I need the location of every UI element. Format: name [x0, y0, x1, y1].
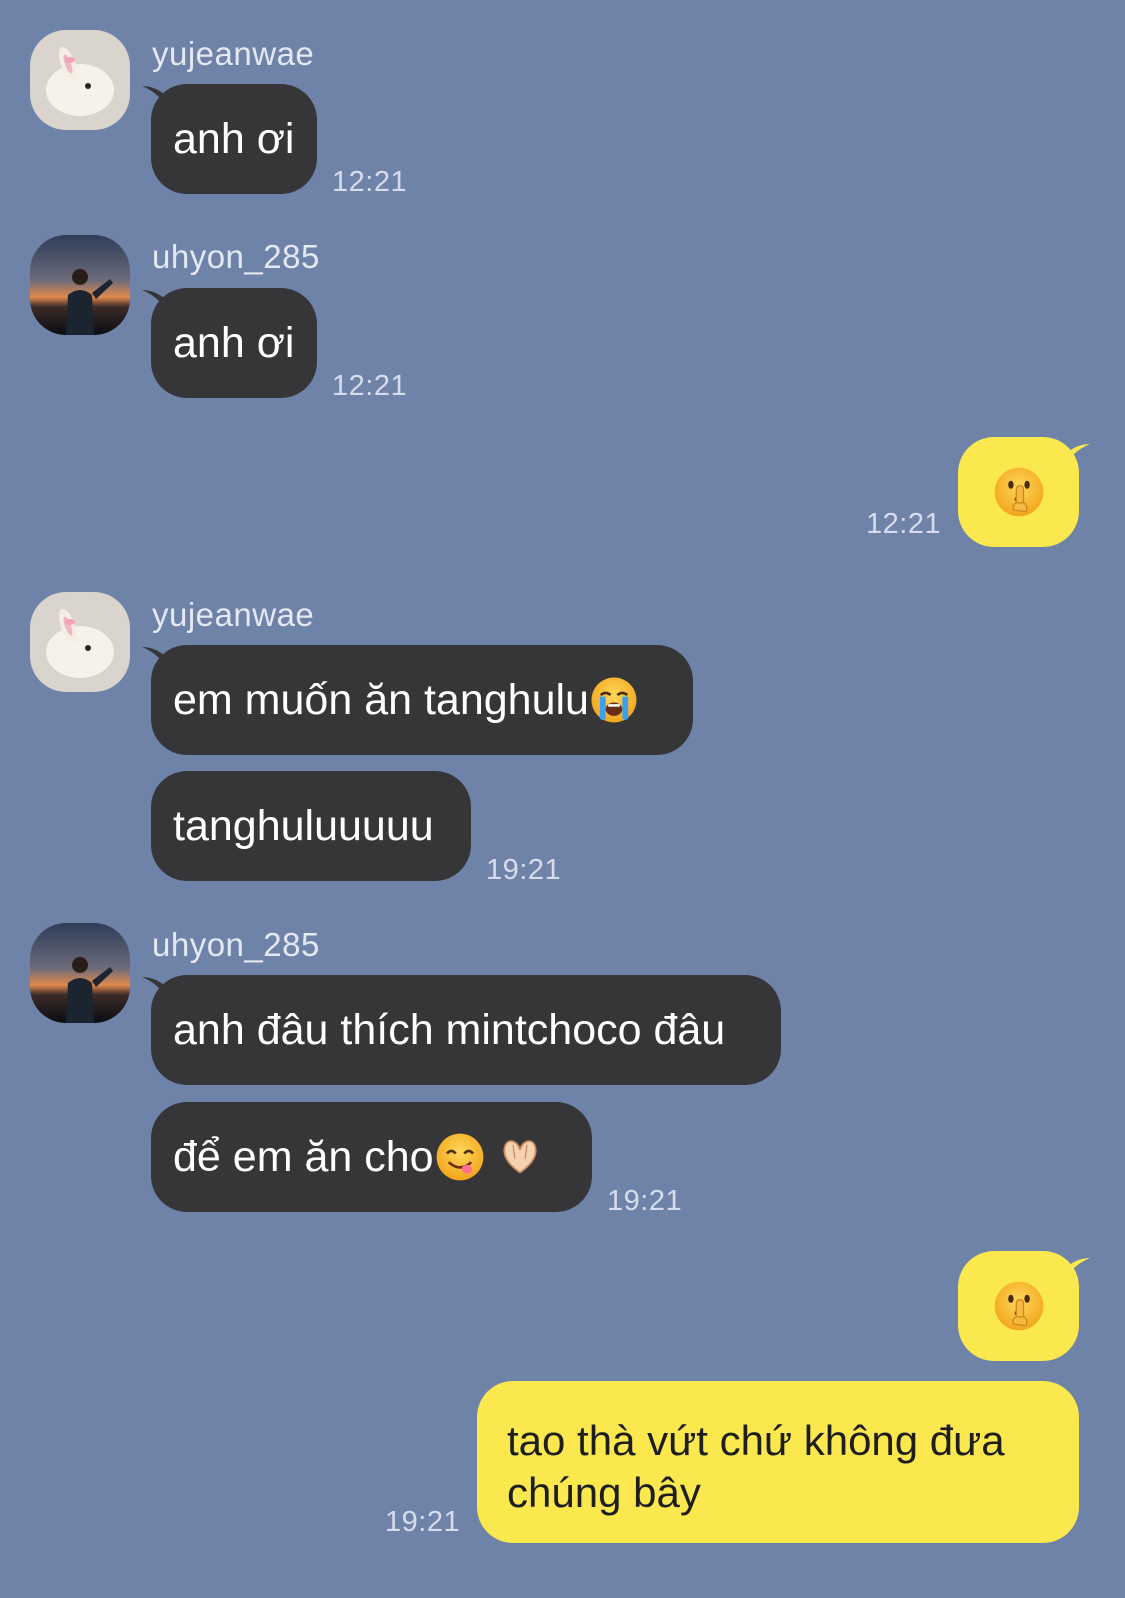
message-bubble[interactable]: anh đâu thích mintchoco đâu [151, 975, 781, 1085]
message-text: anh ơi [173, 318, 295, 367]
message-text: anh ơi [173, 114, 295, 163]
message-time: 19:21 [607, 1185, 683, 1217]
message-bubble[interactable] [958, 437, 1079, 547]
message-bubble[interactable]: anh ơi [151, 288, 317, 398]
avatar-yujeanwae[interactable] [30, 592, 130, 692]
message-text: để em ăn cho [173, 1132, 434, 1181]
sender-name: uhyon_285 [152, 926, 320, 963]
message-bubble[interactable]: để em ăn cho [151, 1102, 592, 1212]
message-time: 12:21 [866, 508, 942, 540]
message-time: 12:21 [332, 370, 408, 402]
shushing-face-emoji [992, 1279, 1046, 1333]
sender-name: uhyon_285 [152, 238, 320, 275]
bunny-avatar-image [30, 592, 130, 692]
message-bubble[interactable]: tao thà vứt chứ không đưa chúng bây [477, 1381, 1079, 1543]
heart-hands-emoji [494, 1131, 546, 1183]
sunset-portrait-avatar-image [30, 235, 130, 335]
sender-name: yujeanwae [152, 596, 315, 633]
message-text-line: chúng bây [507, 1469, 701, 1516]
message-text-line: tao thà vứt chứ không đưa [507, 1417, 1005, 1464]
yum-face-emoji [434, 1131, 486, 1183]
loudly-crying-face-emoji [589, 675, 639, 725]
avatar-yujeanwae[interactable] [30, 30, 130, 130]
sender-name: yujeanwae [152, 35, 315, 72]
bunny-avatar-image [30, 30, 130, 130]
avatar-uhyon[interactable] [30, 923, 130, 1023]
message-bubble[interactable]: em muốn ăn tanghulu [151, 645, 693, 755]
message-time: 12:21 [332, 166, 408, 198]
message-bubble[interactable]: anh ơi [151, 84, 317, 194]
avatar-uhyon[interactable] [30, 235, 130, 335]
message-bubble[interactable] [958, 1251, 1079, 1361]
shushing-face-emoji [992, 465, 1046, 519]
message-text: anh đâu thích mintchoco đâu [173, 1005, 726, 1054]
message-time: 19:21 [385, 1506, 461, 1538]
message-bubble[interactable]: tanghuluuuuu [151, 771, 471, 881]
message-time: 19:21 [486, 854, 562, 886]
message-text: em muốn ăn tanghulu [173, 675, 589, 724]
message-text: tanghuluuuuu [173, 801, 434, 850]
sunset-portrait-avatar-image [30, 923, 130, 1023]
